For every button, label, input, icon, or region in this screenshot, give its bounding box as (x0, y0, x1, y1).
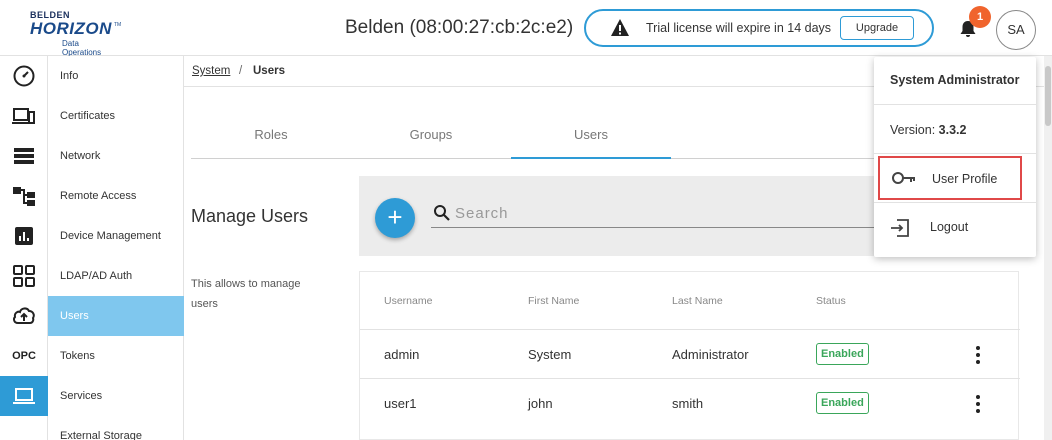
warning-icon (611, 19, 629, 36)
column-header-first-name[interactable]: First Name (528, 295, 579, 307)
notification-count-badge[interactable]: 1 (969, 6, 991, 28)
nav-item-remote-access[interactable]: Remote Access (48, 176, 184, 216)
status-badge: Enabled (816, 392, 869, 414)
nav-item-services[interactable]: Services (48, 376, 184, 416)
column-header-username[interactable]: Username (384, 295, 432, 307)
nav-item-tokens[interactable]: Tokens (48, 336, 184, 376)
user-menu-name: System Administrator (890, 73, 1020, 87)
dashboard-icon (13, 65, 35, 87)
laptop-icon (13, 388, 35, 404)
divider (874, 153, 1036, 154)
breadcrumb-current: Users (253, 65, 285, 77)
logo-tm-text: TM (114, 22, 122, 28)
users-table: Username First Name Last Name Status adm… (359, 271, 1020, 440)
search-icon (434, 205, 450, 221)
table-row[interactable]: admin System Administrator Enabled (360, 329, 1020, 378)
more-vert-icon[interactable] (974, 394, 982, 414)
user-profile-label: User Profile (932, 172, 998, 186)
rail-cloud-upload[interactable] (0, 296, 48, 336)
rail-storage[interactable] (0, 136, 48, 176)
page-description: This allows to manage users (191, 278, 301, 310)
upgrade-button[interactable]: Upgrade (840, 16, 914, 40)
cell-last-name: Administrator (672, 347, 749, 362)
cell-first-name: john (528, 396, 553, 411)
hierarchy-icon (13, 187, 35, 206)
belden-horizon-logo[interactable]: BELDEN HORIZON TM Data Operations (30, 10, 122, 57)
version-value: 3.3.2 (938, 123, 967, 137)
devices-icon (12, 108, 35, 124)
nav-item-certificates[interactable]: Certificates (48, 96, 184, 136)
rail-apps[interactable] (0, 256, 48, 296)
nav-item-ldap-ad-auth[interactable]: LDAP/AD Auth (48, 256, 184, 296)
version-info: Version: 3.3.2 (890, 123, 966, 137)
logout-icon (891, 219, 909, 237)
rail-devices[interactable] (0, 96, 48, 136)
user-menu-dropdown: System Administrator Version: 3.3.2 User… (874, 57, 1036, 257)
search-field (431, 198, 879, 228)
icon-rail: OPC (0, 56, 48, 440)
user-avatar-button[interactable]: SA (996, 10, 1036, 50)
logo-sub-text: Data Operations (62, 39, 102, 57)
rail-opc[interactable]: OPC (0, 350, 48, 362)
scrollbar-thumb[interactable] (1045, 66, 1051, 126)
system-nav: Info Certificates Network Remote Access … (48, 56, 184, 440)
cell-username: admin (384, 347, 420, 362)
nav-item-external-storage[interactable]: External Storage (48, 416, 184, 440)
nav-item-network[interactable]: Network (48, 136, 184, 176)
divider (874, 104, 1036, 105)
device-title: Belden (08:00:27:cb:2c:e2) (345, 17, 574, 38)
apps-grid-icon (13, 265, 35, 287)
cell-username: user1 (384, 396, 417, 411)
rail-hierarchy[interactable] (0, 176, 48, 216)
status-badge: Enabled (816, 343, 869, 365)
search-input[interactable] (455, 202, 855, 224)
column-header-last-name[interactable]: Last Name (672, 295, 723, 307)
user-tabs: Roles Groups Users (191, 119, 991, 159)
nav-item-users[interactable]: Users (48, 296, 184, 336)
cell-last-name: smith (672, 396, 704, 411)
trial-license-text: Trial license will expire in 14 days (646, 21, 832, 35)
logout-label: Logout (930, 220, 969, 234)
user-profile-menu-item[interactable]: User Profile (878, 156, 1022, 200)
key-icon (892, 172, 915, 184)
table-row[interactable]: user1 john smith Enabled (360, 378, 1020, 427)
page-title: Manage Users (191, 206, 309, 226)
trial-license-banner: Trial license will expire in 14 days Upg… (584, 9, 934, 47)
tab-groups[interactable]: Groups (351, 119, 511, 159)
analytics-icon (15, 227, 33, 245)
top-header: BELDEN HORIZON TM Data Operations Belden… (0, 0, 1052, 57)
more-vert-icon[interactable] (974, 345, 982, 365)
rail-dashboard[interactable] (0, 56, 48, 96)
tab-roles[interactable]: Roles (191, 119, 351, 159)
cell-first-name: System (528, 347, 572, 362)
breadcrumb-system-link[interactable]: System (192, 65, 230, 77)
cloud-upload-icon (13, 307, 35, 324)
tab-users[interactable]: Users (511, 119, 671, 159)
column-header-status[interactable]: Status (816, 295, 846, 307)
rail-system[interactable] (0, 376, 48, 416)
version-label: Version: (890, 123, 936, 137)
main-scrollbar[interactable] (1044, 56, 1052, 440)
logout-menu-item[interactable]: Logout (878, 206, 1022, 250)
rail-analytics[interactable] (0, 216, 48, 256)
add-user-button[interactable]: + (375, 198, 415, 238)
storage-icon (14, 148, 34, 164)
logo-main-text: HORIZON (30, 19, 112, 38)
nav-item-info[interactable]: Info (48, 56, 184, 96)
search-panel: + (359, 176, 879, 256)
nav-item-device-management[interactable]: Device Management (48, 216, 184, 256)
breadcrumb-separator: / (239, 65, 243, 77)
divider (874, 202, 1036, 203)
